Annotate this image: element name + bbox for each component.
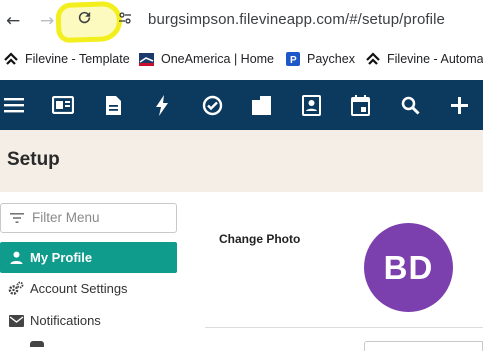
profile-field-input[interactable] [364,341,483,351]
filevine-icon [365,52,380,67]
sidebar-item-partial [30,341,44,347]
page-header: Setup [0,130,483,192]
filevine-icon [3,52,18,67]
bookmark-oneamerica[interactable]: OneAmerica | Home [139,50,274,68]
sidebar-item-label: Notifications [30,313,101,328]
sidebar-item-label: Account Settings [30,281,128,296]
menu-icon[interactable] [2,93,26,117]
person-icon [8,250,24,266]
avatar-initials: BD [383,248,434,286]
oneamerica-icon [139,52,154,67]
forward-icon[interactable]: → [40,11,54,31]
bookmark-paychex[interactable]: P Paychex [285,50,355,68]
sidebar-item-my-profile[interactable]: My Profile [0,242,177,273]
bookmarks-bar: Filevine - Template OneAmerica | Home P … [0,45,483,73]
bookmark-label: Filevine - Template [25,52,130,66]
site-settings-icon[interactable] [116,9,134,32]
lightning-icon[interactable] [150,93,174,117]
sidebar-item-account-settings[interactable]: Account Settings [0,273,177,304]
filter-menu-input[interactable]: Filter Menu [0,203,177,233]
browser-address-bar: ← → burgsimpson.filevineapp.com/#/setup/… [0,0,483,44]
reload-icon[interactable] [76,9,93,31]
bookmark-filevine-automat[interactable]: Filevine - Automat [365,50,483,68]
folder-icon[interactable] [249,93,273,117]
url-field[interactable]: burgsimpson.filevineapp.com/#/setup/prof… [148,11,445,28]
document-icon[interactable] [101,93,125,117]
card-icon[interactable] [51,93,75,117]
sidebar-item-notifications[interactable]: Notifications [0,305,177,336]
change-photo-label: Change Photo [219,232,301,246]
filter-icon [10,211,24,229]
avatar[interactable]: BD [364,223,453,312]
calendar-icon[interactable] [348,93,372,117]
back-icon[interactable]: ← [6,11,20,31]
bookmark-filevine-template[interactable]: Filevine - Template [3,50,130,68]
svg-text:P: P [290,55,297,66]
page-title: Setup [7,149,60,170]
filter-placeholder: Filter Menu [32,210,100,225]
gears-icon [8,281,24,297]
bookmark-label: Paychex [307,52,355,66]
divider [205,327,483,328]
sidebar-item-label: My Profile [30,250,93,265]
envelope-icon [8,313,24,329]
search-icon[interactable] [398,93,422,117]
contact-icon[interactable] [299,93,323,117]
bookmark-label: OneAmerica | Home [161,52,275,66]
paychex-icon: P [285,52,300,67]
bookmark-label: Filevine - Automat [387,52,483,66]
app-header [0,80,483,130]
plus-icon[interactable] [447,93,471,117]
check-circle-icon[interactable] [200,93,224,117]
